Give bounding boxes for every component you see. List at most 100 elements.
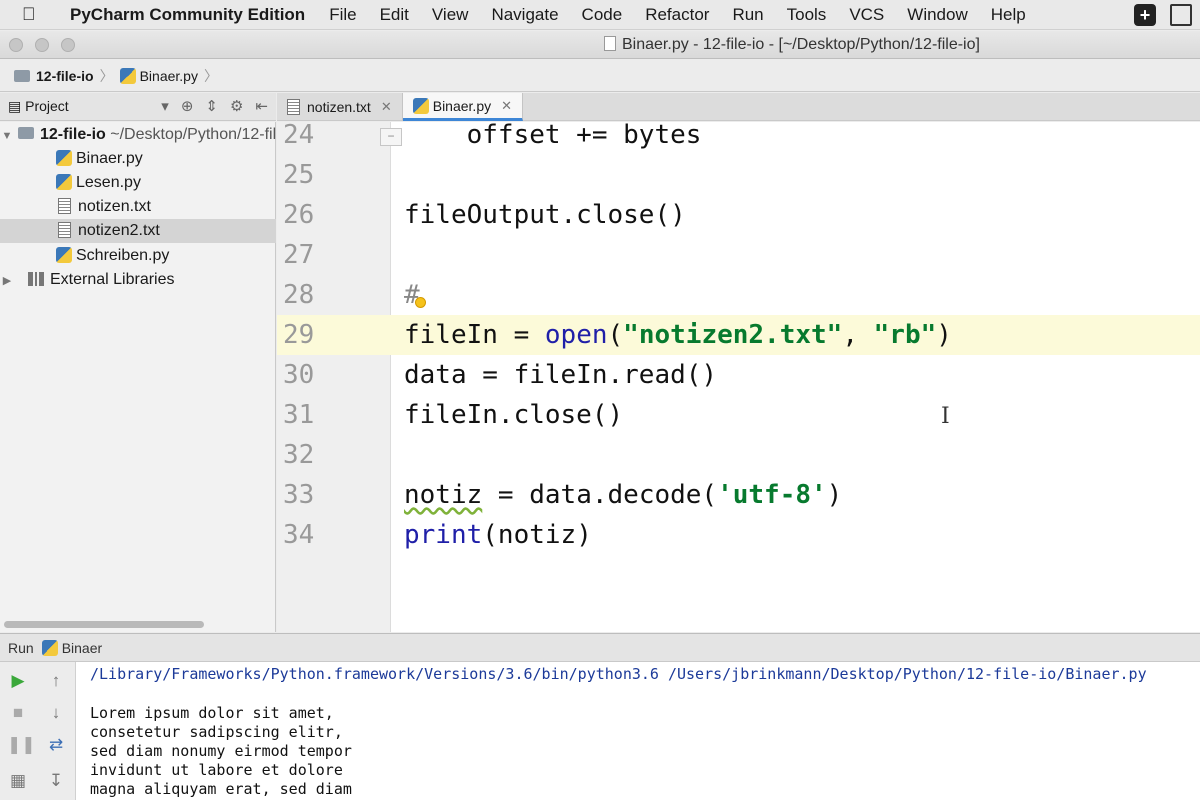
python-file-icon bbox=[56, 150, 72, 166]
tab-binaer-py[interactable]: Binaer.py ✕ bbox=[402, 93, 524, 121]
tab-label: Binaer.py bbox=[432, 97, 492, 114]
code-line: data = fileIn.read() bbox=[404, 360, 718, 390]
soft-wrap-icon[interactable]: ⇄ bbox=[45, 734, 67, 756]
menu-navigate[interactable]: Navigate bbox=[491, 5, 558, 25]
tree-item-file[interactable]: Lesen.py bbox=[0, 171, 276, 195]
arrow-up-icon[interactable]: ↑ bbox=[45, 670, 67, 692]
code-line: print(notiz) bbox=[404, 520, 592, 550]
line-number: 33 bbox=[283, 480, 315, 510]
run-console[interactable]: /Library/Frameworks/Python.framework/Ver… bbox=[76, 662, 1200, 800]
horizontal-scrollbar[interactable] bbox=[4, 621, 204, 628]
close-icon[interactable]: ✕ bbox=[501, 98, 512, 114]
line-number: 30 bbox=[283, 360, 315, 390]
console-output-line: invidunt ut labore et dolore bbox=[90, 761, 343, 779]
tree-item-external-libraries[interactable]: ▶ External Libraries bbox=[0, 268, 276, 292]
menu-window[interactable]: Window bbox=[907, 5, 967, 25]
project-label: Project bbox=[25, 98, 69, 114]
menu-refactor[interactable]: Refactor bbox=[645, 5, 709, 25]
tray-icon[interactable] bbox=[1170, 4, 1192, 26]
project-root-name: 12-file-io bbox=[40, 126, 106, 143]
file-name: Schreiben.py bbox=[76, 247, 170, 264]
run-config-name[interactable]: Binaer bbox=[62, 640, 102, 656]
apple-icon[interactable]:  bbox=[22, 4, 50, 25]
line-number: 24 bbox=[283, 120, 315, 150]
console-output-line: sed diam nonumy eirmod tempor bbox=[90, 742, 352, 760]
project-view-selector[interactable]: ▤ Project bbox=[8, 98, 69, 115]
stop-icon[interactable]: ■ bbox=[7, 702, 29, 724]
menu-vcs[interactable]: VCS bbox=[849, 5, 884, 25]
menu-edit[interactable]: Edit bbox=[380, 5, 409, 25]
file-icon bbox=[604, 36, 616, 51]
expand-arrow-icon[interactable]: ▶ bbox=[0, 269, 14, 292]
line-number: 32 bbox=[283, 440, 315, 470]
project-root-path: ~/Desktop/Python/12-file-io bbox=[110, 126, 276, 143]
app-name-menu[interactable]: PyCharm Community Edition bbox=[70, 5, 305, 25]
code-line: fileOutput.close() bbox=[404, 200, 686, 230]
menu-help[interactable]: Help bbox=[991, 5, 1026, 25]
library-icon bbox=[28, 272, 44, 286]
text-file-icon bbox=[58, 198, 71, 214]
file-name: notizen2.txt bbox=[78, 222, 160, 239]
run-toolbar: ▶ ↑ ■ ↓ ❚❚ ⇄ ▦ ↧ bbox=[0, 662, 76, 800]
minimize-window-button[interactable] bbox=[35, 38, 49, 52]
text-file-icon bbox=[58, 222, 71, 238]
line-number: 34 bbox=[283, 520, 315, 550]
menu-run[interactable]: Run bbox=[732, 5, 763, 25]
text-file-icon bbox=[287, 99, 300, 115]
menu-tools[interactable]: Tools bbox=[787, 5, 827, 25]
close-icon[interactable]: ✕ bbox=[381, 99, 392, 115]
run-panel-label[interactable]: Run bbox=[8, 640, 34, 656]
chevron-right-icon: 〉 bbox=[99, 67, 114, 84]
pause-icon[interactable]: ❚❚ bbox=[7, 734, 36, 756]
breadcrumb-file[interactable]: Binaer.py bbox=[140, 68, 198, 84]
arrow-down-icon[interactable]: ↓ bbox=[45, 702, 67, 724]
rerun-icon[interactable]: ▶ bbox=[7, 670, 29, 692]
breadcrumb-project[interactable]: 12-file-io bbox=[36, 68, 94, 84]
locate-icon[interactable]: ⊕ bbox=[181, 97, 194, 115]
python-file-icon bbox=[412, 97, 429, 114]
console-output-line: consetetur sadipscing elitr, bbox=[90, 723, 343, 741]
menu-file[interactable]: File bbox=[329, 5, 356, 25]
fold-icon[interactable]: − bbox=[380, 128, 402, 146]
expand-arrow-icon[interactable]: ▼ bbox=[0, 124, 14, 147]
menu-view[interactable]: View bbox=[432, 5, 469, 25]
code-line: offset += bytes bbox=[404, 120, 702, 150]
line-number: 28 bbox=[283, 280, 315, 310]
tab-label: notizen.txt bbox=[307, 99, 371, 115]
code-line: fileIn = open("notizen2.txt", "rb") bbox=[404, 320, 952, 350]
lightbulb-icon[interactable] bbox=[415, 297, 426, 308]
editor-tabs: notizen.txt ✕ Binaer.py ✕ bbox=[277, 93, 1200, 121]
python-file-icon bbox=[119, 67, 136, 84]
hide-panel-icon[interactable]: ⇤ bbox=[255, 97, 268, 115]
tree-item-file[interactable]: Schreiben.py bbox=[0, 244, 276, 268]
file-name: Binaer.py bbox=[76, 150, 143, 167]
console-command: /Library/Frameworks/Python.framework/Ver… bbox=[90, 665, 1147, 683]
console-output-line: magna aliquyam erat, sed diam bbox=[90, 780, 352, 798]
menu-code[interactable]: Code bbox=[582, 5, 623, 25]
project-tree: ▼12-file-io ~/Desktop/Python/12-file-io … bbox=[0, 122, 276, 632]
close-window-button[interactable] bbox=[9, 38, 23, 52]
text-cursor-icon: I bbox=[941, 404, 950, 429]
tree-item-project-root[interactable]: ▼ 12-file-io ~/Desktop/Python/12-file-io bbox=[0, 123, 276, 147]
console-output-line: Lorem ipsum dolor sit amet, bbox=[90, 704, 334, 722]
code-line: notiz = data.decode('utf-8') bbox=[404, 480, 843, 510]
line-number: 29 bbox=[283, 320, 315, 350]
window-title-bar: Binaer.py - 12-file-io - [~/Desktop/Pyth… bbox=[0, 31, 1200, 59]
line-number: 31 bbox=[283, 400, 315, 430]
run-panel-header: Run Binaer bbox=[0, 633, 1200, 662]
gear-icon[interactable]: ⚙ bbox=[230, 97, 243, 115]
menu-bar:  PyCharm Community Edition File Edit Vi… bbox=[0, 0, 1200, 30]
plus-icon[interactable]: + bbox=[1134, 4, 1156, 26]
chevron-down-icon[interactable]: ▾ bbox=[161, 97, 169, 115]
tree-item-file[interactable]: notizen.txt bbox=[0, 195, 276, 219]
tab-notizen-txt[interactable]: notizen.txt ✕ bbox=[277, 93, 403, 121]
layout-icon[interactable]: ▦ bbox=[7, 770, 29, 792]
tree-item-file[interactable]: Binaer.py bbox=[0, 147, 276, 171]
zoom-window-button[interactable] bbox=[61, 38, 75, 52]
python-file-icon bbox=[41, 639, 58, 656]
scroll-to-end-icon[interactable]: ↧ bbox=[45, 770, 67, 792]
file-name: Lesen.py bbox=[76, 174, 141, 191]
tree-item-file-selected[interactable]: notizen2.txt bbox=[0, 219, 276, 243]
code-line: fileIn.close() bbox=[404, 400, 624, 430]
collapse-icon[interactable]: ⇕ bbox=[205, 97, 218, 115]
